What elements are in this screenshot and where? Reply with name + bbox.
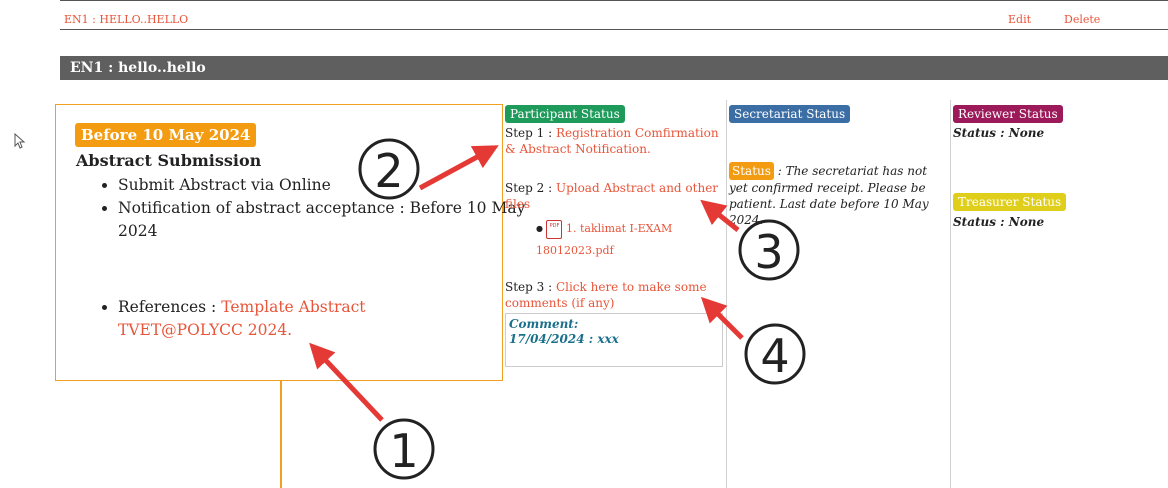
- annotation-circle: 4: [744, 323, 806, 385]
- annotation-number: 3: [754, 225, 783, 279]
- annotation-overlay: 1 2 3 4: [309, 138, 806, 480]
- annotation-arrow: [418, 145, 499, 191]
- annotation-arrow: [700, 296, 744, 340]
- annotation-circle: 2: [358, 138, 420, 200]
- annotation-arrow: [700, 199, 740, 232]
- annotation-circle: 1: [373, 418, 435, 480]
- annotation-number: 2: [374, 144, 403, 198]
- annotation-circle: 3: [738, 219, 800, 281]
- annotation-number: 4: [760, 329, 789, 383]
- annotation-arrow: [309, 342, 384, 422]
- annotation-number: 1: [389, 424, 418, 478]
